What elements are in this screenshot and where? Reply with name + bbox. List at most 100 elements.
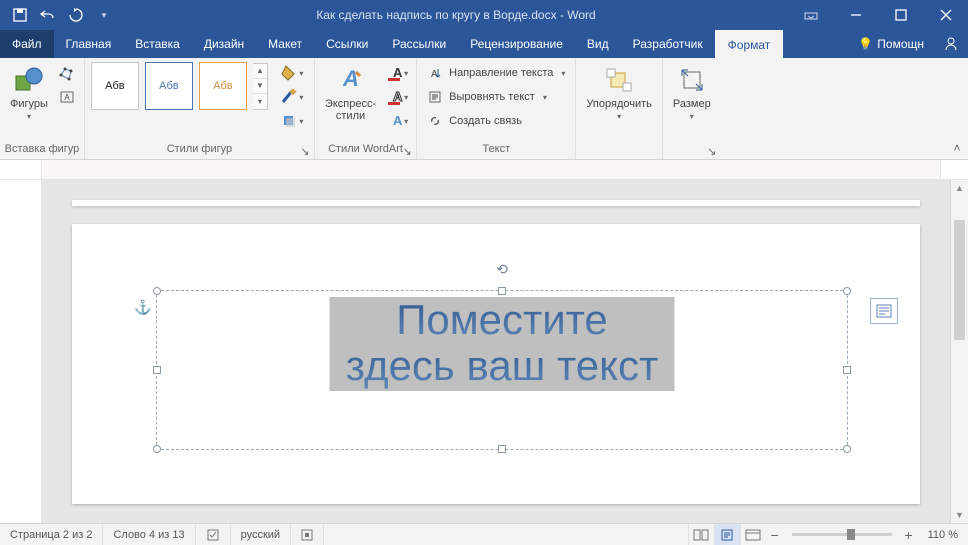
shapes-icon (13, 64, 45, 96)
svg-text:A: A (393, 113, 403, 128)
size-button[interactable]: Размер▾ (669, 62, 715, 124)
shape-fill-button[interactable]: ▾ (276, 62, 308, 84)
qat-customize[interactable]: ▾ (92, 3, 116, 27)
text-direction-icon: A (427, 65, 443, 81)
tab-view[interactable]: Вид (575, 30, 621, 58)
share-button[interactable] (934, 30, 968, 58)
link-icon (427, 113, 443, 129)
redo-button[interactable] (64, 3, 88, 27)
rotate-handle[interactable]: ⟲ (496, 261, 508, 278)
shapes-button[interactable]: Фигуры▾ (6, 62, 52, 124)
shape-style-2[interactable]: Абв (145, 62, 193, 110)
tab-references[interactable]: Ссылки (314, 30, 380, 58)
view-web-layout[interactable] (740, 524, 766, 545)
wordart-textbox[interactable]: ⟲ Поместите здесь ваш текст (156, 290, 848, 450)
group-label-insert-shapes: Вставка фигур (0, 141, 84, 159)
quick-styles-button[interactable]: A Экспресс- стили (321, 62, 380, 124)
minimize-button[interactable] (833, 0, 878, 30)
scroll-up[interactable]: ▲ (951, 180, 968, 196)
save-button[interactable] (8, 3, 32, 27)
tab-file[interactable]: Файл (0, 30, 54, 58)
handle-w[interactable] (153, 366, 161, 374)
status-words[interactable]: Слово 4 из 13 (103, 524, 195, 545)
status-page[interactable]: Страница 2 из 2 (0, 524, 103, 545)
wordart-text[interactable]: Поместите здесь ваш текст (330, 297, 675, 391)
ruler-area (0, 160, 968, 180)
close-button[interactable] (923, 0, 968, 30)
collapse-ribbon-button[interactable]: ˄ (946, 58, 968, 159)
tab-home[interactable]: Главная (54, 30, 124, 58)
shape-outline-button[interactable]: ▾ (276, 86, 308, 108)
handle-nw[interactable] (153, 287, 161, 295)
ribbon: Фигуры▾ A Вставка фигур Абв Абв Абв ▲ ▼ … (0, 58, 968, 160)
tell-me[interactable]: 💡 Помощн (848, 30, 934, 58)
shape-effects-button[interactable]: ▾ (276, 110, 308, 132)
wordart-styles-launcher[interactable]: ↘ (400, 144, 414, 158)
tab-format[interactable]: Формат (715, 30, 784, 58)
tab-layout[interactable]: Макет (256, 30, 314, 58)
gallery-more[interactable]: ▾ (253, 94, 267, 109)
handle-se[interactable] (843, 445, 851, 453)
vertical-scrollbar[interactable]: ▲ ▼ (950, 180, 968, 523)
proofing-icon (206, 528, 220, 542)
group-size: Размер▾ ↘ (663, 58, 721, 159)
maximize-button[interactable] (878, 0, 923, 30)
gallery-up[interactable]: ▲ (253, 64, 267, 79)
shape-styles-launcher[interactable]: ↘ (298, 144, 312, 158)
create-link-button[interactable]: Создать связь (423, 110, 569, 132)
macro-icon (301, 529, 313, 541)
zoom-knob[interactable] (847, 529, 855, 540)
zoom-slider[interactable] (792, 533, 892, 536)
shape-style-3[interactable]: Абв (199, 62, 247, 110)
handle-ne[interactable] (843, 287, 851, 295)
zoom-level[interactable]: 110 % (918, 524, 968, 545)
previous-page-edge (72, 200, 920, 206)
status-language[interactable]: русский (231, 524, 291, 545)
handle-s[interactable] (498, 445, 506, 453)
undo-button[interactable] (36, 3, 60, 27)
text-fill-button[interactable]: A▾ (384, 62, 410, 84)
zoom-out-button[interactable]: − (766, 527, 784, 543)
text-effects-button[interactable]: A▾ (384, 110, 410, 132)
shape-style-gallery[interactable]: Абв Абв Абв ▲ ▼ ▾ (91, 62, 268, 110)
vertical-ruler[interactable] (0, 180, 42, 523)
align-text-icon (427, 89, 443, 105)
titlebar: ▾ Как сделать надпись по кругу в Ворде.d… (0, 0, 968, 30)
document-area: ⚓ ⟲ Поместите здесь ваш текст ▲ ▼ (0, 180, 968, 523)
text-direction-button[interactable]: AНаправление текста▾ (423, 62, 569, 84)
tab-review[interactable]: Рецензирование (458, 30, 575, 58)
view-print-layout[interactable] (714, 524, 740, 545)
anchor-icon: ⚓ (134, 299, 151, 316)
page[interactable]: ⚓ ⟲ Поместите здесь ваш текст (72, 224, 920, 504)
shape-style-1[interactable]: Абв (91, 62, 139, 110)
text-outline-button[interactable]: A▾ (384, 86, 410, 108)
svg-text:A: A (393, 89, 403, 104)
horizontal-ruler[interactable] (42, 160, 940, 179)
tab-developer[interactable]: Разработчик (621, 30, 715, 58)
gallery-down[interactable]: ▼ (253, 79, 267, 94)
arrange-button[interactable]: Упорядочить▾ (582, 62, 655, 124)
status-macro[interactable] (291, 524, 324, 545)
zoom-in-button[interactable]: + (900, 527, 918, 543)
draw-textbox-button[interactable]: A (56, 86, 78, 108)
document-canvas[interactable]: ⚓ ⟲ Поместите здесь ваш текст (42, 180, 950, 523)
group-shape-styles: Абв Абв Абв ▲ ▼ ▾ ▾ ▾ ▾ Стили фигур↘ (85, 58, 315, 159)
layout-options-button[interactable] (870, 298, 898, 324)
tab-insert[interactable]: Вставка (123, 30, 192, 58)
ribbon-options-button[interactable] (788, 0, 833, 30)
scroll-down[interactable]: ▼ (951, 507, 968, 523)
handle-n[interactable] (498, 287, 506, 295)
view-read-mode[interactable] (688, 524, 714, 545)
edit-shape-button[interactable] (56, 62, 78, 84)
size-launcher[interactable]: ↘ (705, 144, 719, 158)
tab-mailings[interactable]: Рассылки (380, 30, 458, 58)
align-text-button[interactable]: Выровнять текст▾ (423, 86, 569, 108)
group-text: AНаправление текста▾ Выровнять текст▾ Со… (417, 58, 576, 159)
handle-sw[interactable] (153, 445, 161, 453)
status-proofing[interactable] (196, 524, 231, 545)
window-controls (788, 0, 968, 30)
group-wordart-styles: A Экспресс- стили A▾ A▾ A▾ Стили WordArt… (315, 58, 417, 159)
handle-e[interactable] (843, 366, 851, 374)
tab-design[interactable]: Дизайн (192, 30, 256, 58)
scroll-thumb[interactable] (954, 220, 965, 340)
